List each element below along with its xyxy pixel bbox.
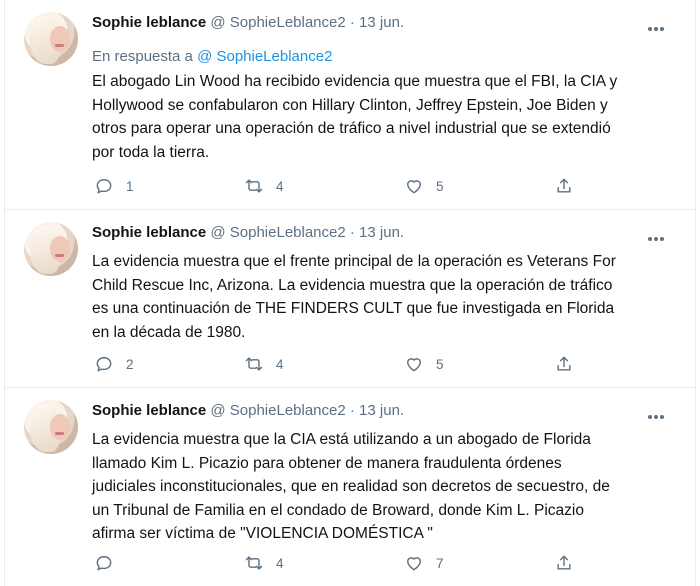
- author-name[interactable]: Sophie leblance: [92, 14, 206, 31]
- author-handle[interactable]: @ SophieLeblance2: [210, 14, 345, 31]
- tweet-actions: 4 7: [92, 551, 652, 575]
- share-button[interactable]: [554, 551, 574, 575]
- author-handle[interactable]: @ SophieLeblance2: [210, 224, 345, 241]
- retweet-count: 4: [276, 356, 284, 372]
- retweet-count: 4: [276, 555, 284, 571]
- tweet-actions: 2 4 5: [92, 352, 652, 376]
- like-button[interactable]: 7: [404, 551, 444, 575]
- like-count: 5: [436, 356, 444, 372]
- share-upload-icon: [557, 555, 571, 570]
- share-upload-icon: [557, 178, 571, 193]
- speech-bubble-icon: [96, 179, 112, 194]
- heart-icon: [407, 557, 421, 571]
- tweet-text: La evidencia muestra que la CIA está uti…: [92, 431, 610, 542]
- tweet[interactable]: Sophie leblance @ SophieLeblance2 · 13 j…: [4, 388, 696, 586]
- reply-context: En respuesta a @ SophieLeblance2: [92, 48, 332, 65]
- reply-prefix: En respuesta a: [92, 48, 193, 65]
- like-count: 5: [436, 178, 444, 194]
- reply-count: 1: [126, 178, 134, 194]
- tweet-date[interactable]: · 13 jun.: [350, 14, 404, 31]
- avatar[interactable]: [24, 12, 78, 66]
- share-button[interactable]: [554, 174, 574, 198]
- author-handle[interactable]: @ SophieLeblance2: [210, 402, 345, 419]
- reply-button[interactable]: 2: [94, 352, 134, 376]
- retweet-button[interactable]: 4: [244, 352, 284, 376]
- tweet-header: Sophie leblance @ SophieLeblance2 · 13 j…: [92, 224, 404, 241]
- tweet-text: La evidencia muestra que el frente princ…: [92, 253, 616, 341]
- avatar[interactable]: [24, 222, 78, 276]
- retweet-button[interactable]: 4: [244, 174, 284, 198]
- tweet-date[interactable]: · 13 jun.: [350, 224, 404, 241]
- tweet-header: Sophie leblance @ SophieLeblance2 · 13 j…: [92, 14, 404, 31]
- author-name[interactable]: Sophie leblance: [92, 224, 206, 241]
- more-dots-icon[interactable]: [648, 228, 668, 241]
- like-count: 7: [436, 555, 444, 571]
- heart-icon: [407, 358, 421, 372]
- retweet-arrows-icon: [245, 357, 263, 371]
- retweet-arrows-icon: [245, 556, 263, 570]
- tweet-header: Sophie leblance @ SophieLeblance2 · 13 j…: [92, 402, 404, 419]
- retweet-button[interactable]: 4: [244, 551, 284, 575]
- more-dots-icon[interactable]: [648, 406, 668, 419]
- tweet-date[interactable]: · 13 jun.: [350, 402, 404, 419]
- reply-button[interactable]: [94, 551, 126, 575]
- avatar[interactable]: [24, 400, 78, 454]
- share-button[interactable]: [554, 352, 574, 376]
- tweet[interactable]: Sophie leblance @ SophieLeblance2 · 13 j…: [4, 210, 696, 388]
- reply-handle-link[interactable]: @ SophieLeblance2: [197, 48, 332, 65]
- retweet-arrows-icon: [245, 179, 263, 193]
- like-button[interactable]: 5: [404, 352, 444, 376]
- share-upload-icon: [557, 356, 571, 371]
- speech-bubble-icon: [96, 556, 112, 571]
- like-button[interactable]: 5: [404, 174, 444, 198]
- author-name[interactable]: Sophie leblance: [92, 402, 206, 419]
- reply-button[interactable]: 1: [94, 174, 134, 198]
- more-dots-icon[interactable]: [648, 18, 668, 31]
- tweet-actions: 1 4 5: [92, 174, 652, 198]
- tweet-text: El abogado Lin Wood ha recibido evidenci…: [92, 73, 618, 161]
- retweet-count: 4: [276, 178, 284, 194]
- tweet[interactable]: Sophie leblance @ SophieLeblance2 · 13 j…: [4, 0, 696, 210]
- heart-icon: [407, 180, 421, 194]
- speech-bubble-icon: [96, 357, 112, 372]
- reply-count: 2: [126, 356, 134, 372]
